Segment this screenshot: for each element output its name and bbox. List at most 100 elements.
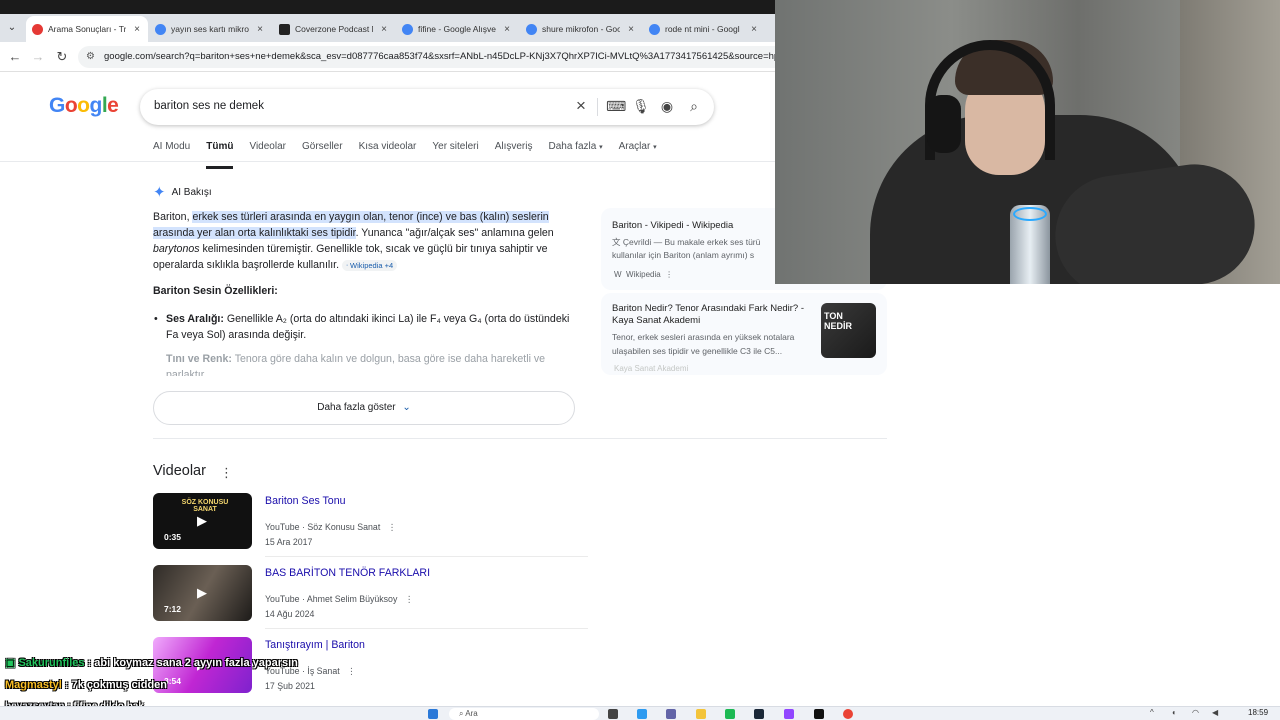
browser-tab-1[interactable]: Arama Sonuçları - Tre ×	[26, 16, 148, 42]
tab-ai-mode[interactable]: AI Modu	[153, 141, 190, 161]
spotify-icon[interactable]	[725, 709, 735, 719]
forward-arrow-icon[interactable]: →	[30, 49, 46, 64]
volume-icon[interactable]: ◀	[1212, 708, 1218, 717]
browser-tab-6[interactable]: rode nt mini - Googl ×	[643, 16, 765, 42]
logo-letter: o	[64, 94, 78, 117]
app-icon[interactable]	[814, 709, 824, 719]
tab-videos[interactable]: Videolar	[249, 141, 286, 161]
folder-icon[interactable]	[696, 709, 706, 719]
task-view-icon[interactable]	[608, 709, 618, 719]
reload-icon[interactable]: ↻	[54, 49, 70, 65]
source-title: Kaya Sanat Akademi	[612, 315, 701, 326]
video-title[interactable]: Bariton Ses Tonu	[265, 495, 346, 507]
taskbar-search[interactable]: ⌕ Ara	[449, 708, 599, 720]
browser-tab-2[interactable]: yayın ses kartı mikrof ×	[149, 16, 271, 42]
close-tab-icon[interactable]: ×	[751, 24, 757, 35]
google-logo[interactable]: Google	[49, 94, 119, 118]
search-divider	[597, 98, 598, 116]
site-info-icon[interactable]: ⚙	[86, 46, 95, 68]
chevron-up-icon[interactable]: ^	[1150, 708, 1154, 717]
more-vert-icon[interactable]: ⋮	[347, 666, 356, 676]
source-card[interactable]: Bariton Nedir? Tenor Arasındaki Fark Ned…	[601, 293, 887, 375]
tab-tools[interactable]: Araçlar ▾	[619, 141, 657, 161]
tab-all[interactable]: Tümü	[206, 141, 234, 169]
wifi-icon[interactable]: ◠	[1192, 708, 1199, 717]
tab-shopping[interactable]: Alışveriş	[495, 141, 533, 161]
tab-favicon-icon	[32, 23, 43, 35]
video-thumbnail[interactable]: SÖZ KONUSU SANAT ▶ 0:35	[153, 493, 252, 549]
video-duration: 7:12	[164, 604, 182, 614]
close-tab-icon[interactable]: ×	[504, 24, 510, 35]
search-icon[interactable]: ⌕	[685, 98, 703, 115]
more-vert-icon[interactable]: ⋮	[220, 465, 233, 481]
tab-favicon-icon	[649, 23, 660, 35]
logo-letter: o	[77, 94, 90, 117]
more-vert-icon[interactable]: ⋮	[665, 270, 673, 279]
back-arrow-icon[interactable]: ←	[7, 49, 23, 64]
browser-tab-3[interactable]: Coverzone Podcast M ×	[273, 16, 395, 42]
chat-text: : 7k çokmuş cidden	[61, 679, 168, 691]
clock[interactable]: 18:59	[1248, 708, 1268, 717]
video-divider	[265, 628, 588, 629]
source-chip[interactable]: ᐧ Wikipedia +4	[342, 260, 398, 271]
chat-message: ▣ Sakurunfiles : abi koymaz sana 2 ayyın…	[5, 656, 298, 669]
header-divider	[0, 161, 775, 162]
windows-start-icon[interactable]	[428, 709, 438, 719]
tab-favicon-icon	[155, 23, 166, 35]
video-result[interactable]: ▶ 7:12 BAS BARİTON TENÖR FARKLARI YouTub…	[153, 565, 588, 629]
video-title[interactable]: Tanıştırayım | Bariton	[265, 639, 365, 651]
ai-bullet: Tını ve Renk: Tenora göre daha kalın ve …	[166, 351, 576, 376]
section-divider	[153, 438, 887, 439]
ai-bullet: Ses Aralığı: Genellikle A₂ (orta do altı…	[154, 311, 576, 343]
close-tab-icon[interactable]: ×	[628, 24, 634, 35]
keyboard-icon[interactable]: ⌨	[606, 98, 626, 115]
browser-tab-4[interactable]: fifine - Google Alışve ×	[396, 16, 518, 42]
tab-more-label: Daha fazla	[548, 141, 597, 152]
steam-icon[interactable]	[754, 709, 764, 719]
network-icon[interactable]: ◐	[1172, 708, 1177, 717]
search-input[interactable]: bariton ses ne demek	[154, 100, 264, 112]
search-box[interactable]: bariton ses ne demek × ⌨ 🎙 ◉ ⌕	[140, 89, 714, 125]
browser-toolbar: ← → ↻ ⚙ google.com/search?q=bariton+ses+…	[0, 42, 775, 72]
clear-icon[interactable]: ×	[572, 96, 590, 116]
more-vert-icon[interactable]: ⋮	[405, 594, 414, 604]
twitch-icon[interactable]	[784, 709, 794, 719]
show-more-button[interactable]: Daha fazla göster ⌄	[153, 391, 575, 425]
more-vert-icon[interactable]: ⋮	[388, 522, 397, 532]
video-result[interactable]: ▶ 3:54 Tanıştırayım | Bariton YouTube · …	[153, 637, 588, 701]
app-icon[interactable]	[637, 709, 647, 719]
source-thumbnail: TON NEDİR	[821, 303, 876, 358]
video-result[interactable]: SÖZ KONUSU SANAT ▶ 0:35 Bariton Ses Tonu…	[153, 493, 588, 557]
chevron-down-icon: ⌄	[402, 402, 411, 413]
video-date: 15 Ara 2017	[265, 537, 313, 547]
tab-list-chevron-icon[interactable]: ⌄	[4, 20, 20, 36]
tab-favicon-icon	[279, 23, 290, 35]
microphone-light	[1013, 207, 1047, 221]
tab-places[interactable]: Yer siteleri	[432, 141, 478, 161]
ai-italic-text: barytonos	[153, 243, 200, 255]
source-title: Bariton - Vikipedi - Wikipedia	[612, 220, 734, 231]
microphone-icon[interactable]: 🎙	[632, 98, 650, 115]
bullet-label: Ses Aralığı:	[166, 313, 224, 325]
video-title[interactable]: BAS BARİTON TENÖR FARKLARI	[265, 567, 430, 579]
video-thumbnail[interactable]: ▶ 7:12	[153, 565, 252, 621]
tab-more[interactable]: Daha fazla ▾	[549, 141, 603, 161]
tab-images[interactable]: Görseller	[302, 141, 343, 161]
chrome-icon[interactable]	[843, 709, 853, 719]
teams-icon[interactable]	[666, 709, 676, 719]
tab-label: Coverzone Podcast M	[295, 24, 373, 34]
tab-short-videos[interactable]: Kısa videolar	[359, 141, 417, 161]
videos-heading: Videolar	[153, 463, 206, 479]
tab-strip-bar	[0, 0, 775, 14]
chat-badge-icon: ▣	[5, 657, 16, 669]
close-tab-icon[interactable]: ×	[381, 24, 387, 35]
ai-subheading: Bariton Sesin Özellikleri:	[153, 285, 278, 297]
address-bar[interactable]: ⚙ google.com/search?q=bariton+ses+ne+dem…	[78, 46, 775, 68]
close-tab-icon[interactable]: ×	[257, 24, 263, 35]
close-tab-icon[interactable]: ×	[134, 24, 140, 35]
video-source-label: YouTube · Ahmet Selim Büyüksoy	[265, 594, 398, 604]
browser-tab-5[interactable]: shure mikrofon - Goo ×	[520, 16, 642, 42]
lens-icon[interactable]: ◉	[658, 98, 676, 115]
thumbnail-text: SÖZ KONUSU SANAT	[181, 499, 229, 513]
video-divider	[265, 556, 588, 557]
